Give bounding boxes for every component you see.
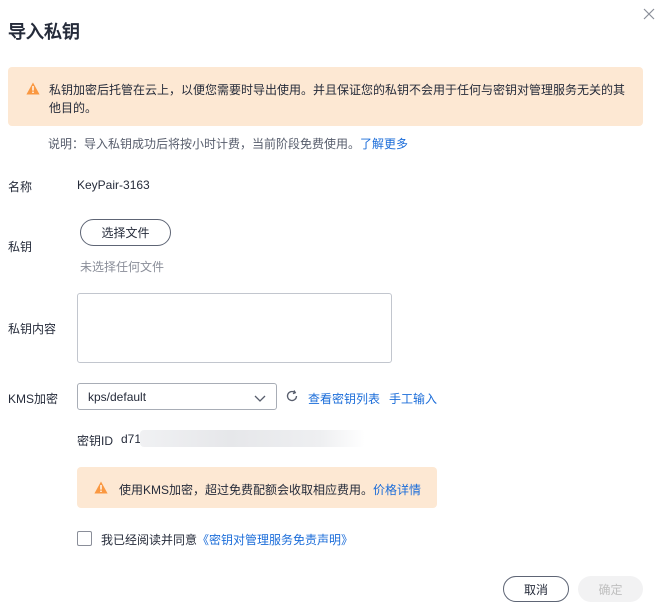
disclaimer-link[interactable]: 《密钥对管理服务免责声明》 (197, 533, 353, 547)
kms-fee-banner: 使用KMS加密，超过免费配额会收取相应费用。价格详情 (77, 467, 437, 508)
warning-icon (26, 82, 40, 98)
learn-more-link[interactable]: 了解更多 (360, 137, 408, 151)
encryption-warning-banner: 私钥加密后托管在云上，以便您需要时导出使用。并且保证您的私钥不会用于任何与密钥对… (8, 67, 643, 126)
name-label: 名称 (8, 180, 33, 194)
agreement-line: 我已经阅读并同意《密钥对管理服务免责声明》 (101, 531, 353, 548)
refresh-icon[interactable] (285, 389, 299, 406)
agreement-text: 我已经阅读并同意 (101, 533, 198, 547)
no-file-selected-text: 未选择任何文件 (80, 260, 165, 274)
kms-key-selected-value: kps/default (88, 390, 147, 404)
private-key-label: 私钥 (8, 240, 33, 254)
manual-input-link[interactable]: 手工输入 (389, 390, 437, 407)
chevron-down-icon (254, 392, 266, 406)
kms-key-select[interactable]: kps/default (77, 383, 277, 410)
name-value: KeyPair-3163 (77, 178, 150, 192)
warning-text: 私钥加密后托管在云上，以便您需要时导出使用。并且保证您的私钥不会用于任何与密钥对… (49, 83, 626, 115)
agree-checkbox[interactable] (77, 531, 92, 546)
key-id-redaction (140, 430, 365, 447)
key-id-value: d71 (121, 432, 142, 446)
kms-encryption-label: KMS加密 (8, 392, 59, 406)
cancel-button[interactable]: 取消 (503, 576, 569, 602)
fee-notice: 使用KMS加密，超过免费配额会收取相应费用。价格详情 (119, 481, 421, 498)
billing-note: 说明：导入私钥成功后将按小时计费，当前阶段免费使用。了解更多 (48, 137, 408, 151)
private-key-content-textarea[interactable] (77, 293, 392, 363)
confirm-button[interactable]: 确定 (578, 576, 643, 602)
price-details-link[interactable]: 价格详情 (373, 483, 421, 497)
close-icon[interactable] (641, 6, 657, 22)
dialog-title: 导入私钥 (8, 22, 80, 42)
billing-note-text: 说明：导入私钥成功后将按小时计费，当前阶段免费使用。 (48, 137, 361, 151)
private-key-content-label: 私钥内容 (8, 322, 57, 336)
fee-notice-text: 使用KMS加密，超过免费配额会收取相应费用。 (119, 483, 374, 497)
choose-file-button[interactable]: 选择文件 (80, 219, 171, 246)
key-id-label: 密钥ID (77, 434, 114, 448)
view-key-list-link[interactable]: 查看密钥列表 (308, 390, 380, 407)
warning-icon (94, 481, 108, 497)
